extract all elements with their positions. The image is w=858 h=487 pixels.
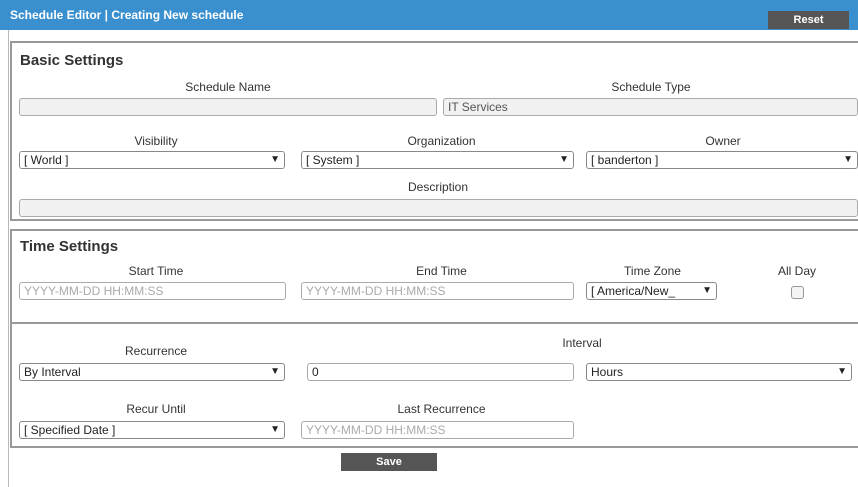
- start-time-label: Start Time: [128, 264, 184, 278]
- save-button[interactable]: Save: [341, 453, 437, 471]
- interval-unit-value: Hours: [591, 365, 624, 379]
- organization-label: Organization: [407, 134, 476, 148]
- dropdown-arrow-icon: ▼: [702, 285, 712, 296]
- basic-settings-title: Basic Settings: [20, 52, 124, 69]
- interval-unit-select[interactable]: Hours ▼: [586, 363, 852, 381]
- schedule-type-label: Schedule Type: [611, 80, 691, 94]
- time-settings-panel: Time Settings Start Time End Time Time Z…: [10, 229, 858, 448]
- description-input[interactable]: [19, 199, 858, 217]
- last-recurrence-label: Last Recurrence: [397, 402, 486, 416]
- recurrence-select[interactable]: By Interval ▼: [19, 363, 285, 381]
- recurrence-value: By Interval: [24, 365, 81, 379]
- section-divider: [12, 322, 858, 324]
- owner-label: Owner: [705, 134, 741, 148]
- owner-select[interactable]: [ banderton ] ▼: [586, 151, 858, 169]
- visibility-label: Visibility: [134, 134, 178, 148]
- recur-until-label: Recur Until: [126, 402, 186, 416]
- organization-select[interactable]: [ System ] ▼: [301, 151, 574, 169]
- interval-input[interactable]: [307, 363, 574, 381]
- dropdown-arrow-icon: ▼: [837, 366, 847, 377]
- page-title: Schedule Editor | Creating New schedule: [10, 8, 244, 22]
- dropdown-arrow-icon: ▼: [270, 424, 280, 435]
- interval-label: Interval: [562, 336, 602, 350]
- schedule-type-field: IT Services: [443, 98, 858, 116]
- end-time-label: End Time: [416, 264, 467, 278]
- reset-button[interactable]: Reset: [768, 11, 849, 29]
- basic-settings-panel: Basic Settings Schedule Name Schedule Ty…: [10, 41, 858, 221]
- schedule-name-input[interactable]: [19, 98, 437, 116]
- all-day-label: All Day: [777, 264, 816, 278]
- last-recurrence-input[interactable]: [301, 421, 574, 439]
- recur-until-select[interactable]: [ Specified Date ] ▼: [19, 421, 285, 439]
- owner-value: [ banderton ]: [591, 153, 659, 167]
- visibility-value: [ World ]: [24, 153, 69, 167]
- all-day-checkbox[interactable]: [791, 286, 804, 299]
- recurrence-label: Recurrence: [124, 344, 188, 358]
- time-zone-value: [ America/New_: [591, 284, 676, 298]
- time-settings-title: Time Settings: [20, 238, 119, 255]
- dropdown-arrow-icon: ▼: [559, 154, 569, 165]
- time-zone-label: Time Zone: [624, 264, 681, 278]
- dropdown-arrow-icon: ▼: [270, 366, 280, 377]
- dropdown-arrow-icon: ▼: [843, 154, 853, 165]
- description-label: Description: [407, 180, 469, 194]
- start-time-input[interactable]: [19, 282, 286, 300]
- recur-until-value: [ Specified Date ]: [24, 423, 116, 437]
- organization-value: [ System ]: [306, 153, 360, 167]
- left-border: [8, 30, 9, 487]
- visibility-select[interactable]: [ World ] ▼: [19, 151, 285, 169]
- end-time-input[interactable]: [301, 282, 574, 300]
- title-bar: Schedule Editor | Creating New schedule …: [0, 0, 858, 30]
- schedule-name-label: Schedule Name: [185, 80, 271, 94]
- time-zone-select[interactable]: [ America/New_ ▼: [586, 282, 717, 300]
- dropdown-arrow-icon: ▼: [270, 154, 280, 165]
